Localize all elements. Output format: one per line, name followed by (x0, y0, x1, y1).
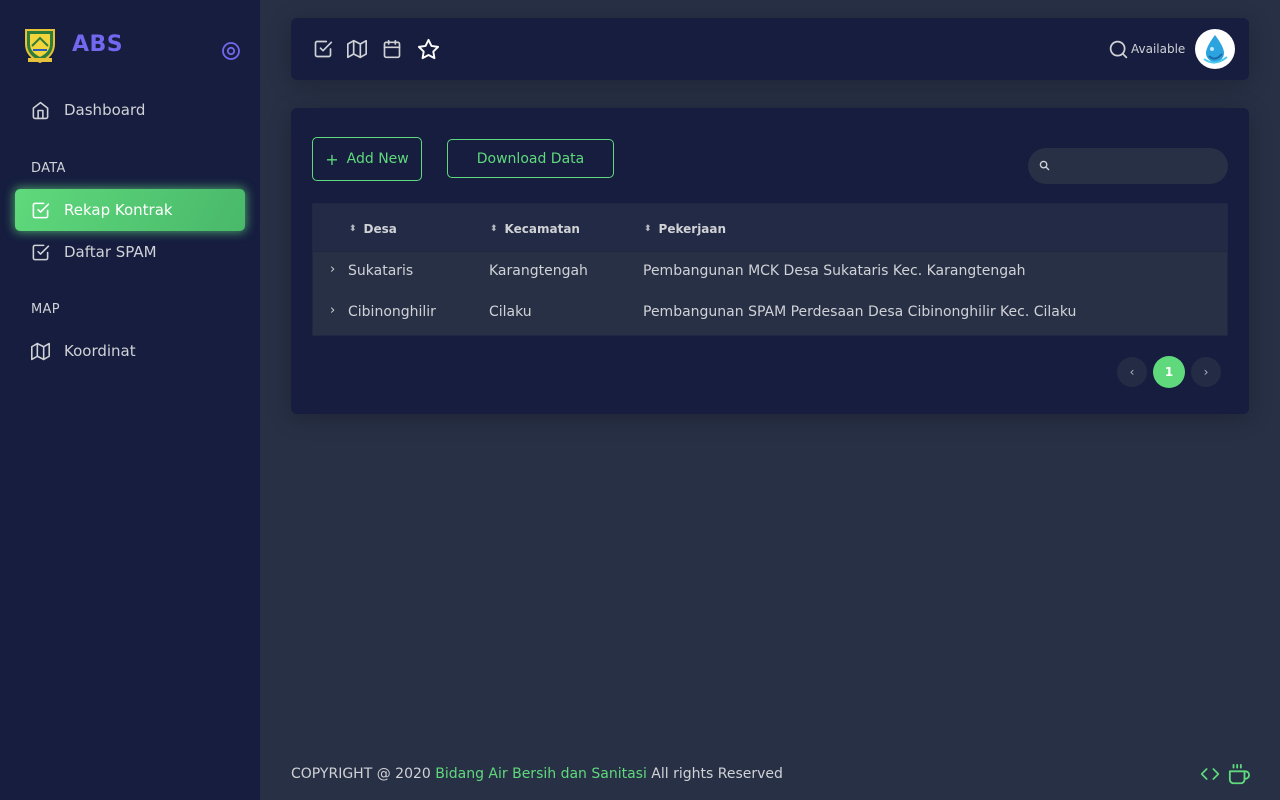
sort-icon: ⬍ (644, 224, 652, 234)
add-new-button[interactable]: + Add New (312, 137, 422, 181)
sidebar-item-rekap-kontrak[interactable]: Rekap Kontrak (15, 189, 245, 231)
cell-kecamatan: Cilaku (489, 304, 532, 320)
code-icon (1200, 768, 1220, 780)
search-icon (1039, 160, 1050, 171)
sidebar-item-label: Koordinat (64, 342, 136, 360)
sidebar-item-dashboard[interactable]: Dashboard (15, 89, 245, 131)
rekap-kontrak-card: + Add New Download Data ⬍ Desa ⬍ Kecamat… (291, 108, 1249, 414)
column-header-pekerjaan[interactable]: ⬍ Pekerjaan (644, 222, 726, 236)
pagination-next[interactable]: › (1191, 357, 1221, 387)
home-icon (31, 101, 50, 120)
top-navbar: Available (291, 18, 1249, 80)
cell-desa: Sukataris (348, 263, 414, 279)
footer-copyright: COPYRIGHT @ 2020 (291, 766, 431, 782)
cell-pekerjaan: Pembangunan SPAM Perdesaan Desa Cibinong… (643, 304, 1077, 320)
footer: COPYRIGHT @ 2020 Bidang Air Bersih dan S… (291, 766, 783, 782)
column-header-desa[interactable]: ⬍ Desa (349, 222, 397, 236)
sort-icon: ⬍ (349, 224, 357, 234)
column-header-kecamatan[interactable]: ⬍ Kecamatan (490, 222, 580, 236)
add-new-label: Add New (346, 151, 409, 167)
sidebar-item-label: Rekap Kontrak (64, 201, 173, 219)
footer-rights: All rights Reserved (651, 766, 783, 782)
sidebar-item-koordinat[interactable]: Koordinat (15, 330, 245, 372)
nav-header-data: DATA (31, 161, 66, 176)
map-icon (31, 342, 50, 361)
regency-crest-logo (25, 29, 55, 64)
search-input[interactable] (1058, 154, 1218, 178)
star-icon[interactable] (417, 38, 440, 61)
collapse-toggle-icon[interactable] (221, 41, 241, 61)
expand-row-icon[interactable]: › (330, 303, 335, 318)
calendar-icon[interactable] (382, 39, 402, 59)
pagination-page-1[interactable]: 1 (1153, 356, 1185, 388)
sidebar-item-label: Dashboard (64, 101, 146, 119)
table-header: ⬍ Desa ⬍ Kecamatan ⬍ Pekerjaan (313, 204, 1227, 252)
column-label: Desa (363, 222, 397, 236)
cell-kecamatan: Karangtengah (489, 263, 588, 279)
coffee-icon (1228, 764, 1250, 785)
check-square-icon (31, 201, 50, 220)
footer-icons (1200, 764, 1250, 786)
cell-pekerjaan: Pembangunan MCK Desa Sukataris Kec. Kara… (643, 263, 1026, 279)
status-text: Available (1131, 42, 1186, 56)
column-label: Kecamatan (504, 222, 580, 236)
sidebar-item-daftar-spam[interactable]: Daftar SPAM (15, 231, 245, 273)
search-icon[interactable] (1108, 39, 1129, 60)
download-data-button[interactable]: Download Data (447, 139, 614, 178)
brand-name: ABS (72, 31, 124, 57)
brand[interactable]: ABS (22, 24, 123, 64)
plus-icon: + (325, 149, 339, 169)
avatar[interactable] (1195, 29, 1235, 69)
download-data-label: Download Data (476, 150, 585, 167)
water-drop-icon (1196, 30, 1234, 68)
check-square-icon[interactable] (313, 39, 333, 59)
column-label: Pekerjaan (658, 222, 727, 236)
sort-icon: ⬍ (490, 224, 498, 234)
expand-row-icon[interactable]: › (330, 262, 335, 277)
cell-desa: Cibinonghilir (348, 304, 436, 320)
check-square-icon (31, 243, 50, 262)
map-icon[interactable] (347, 39, 367, 59)
data-table: ⬍ Desa ⬍ Kecamatan ⬍ Pekerjaan › Sukatar… (312, 203, 1228, 336)
sidebar-item-label: Daftar SPAM (64, 243, 157, 261)
sidebar: ABS Dashboard DATA Rekap Kontrak Daftar … (0, 0, 260, 800)
nav-header-map: MAP (31, 302, 60, 317)
pagination-prev[interactable]: ‹ (1117, 357, 1147, 387)
table-search[interactable] (1028, 148, 1228, 184)
footer-brand-link[interactable]: Bidang Air Bersih dan Sanitasi (435, 766, 647, 782)
